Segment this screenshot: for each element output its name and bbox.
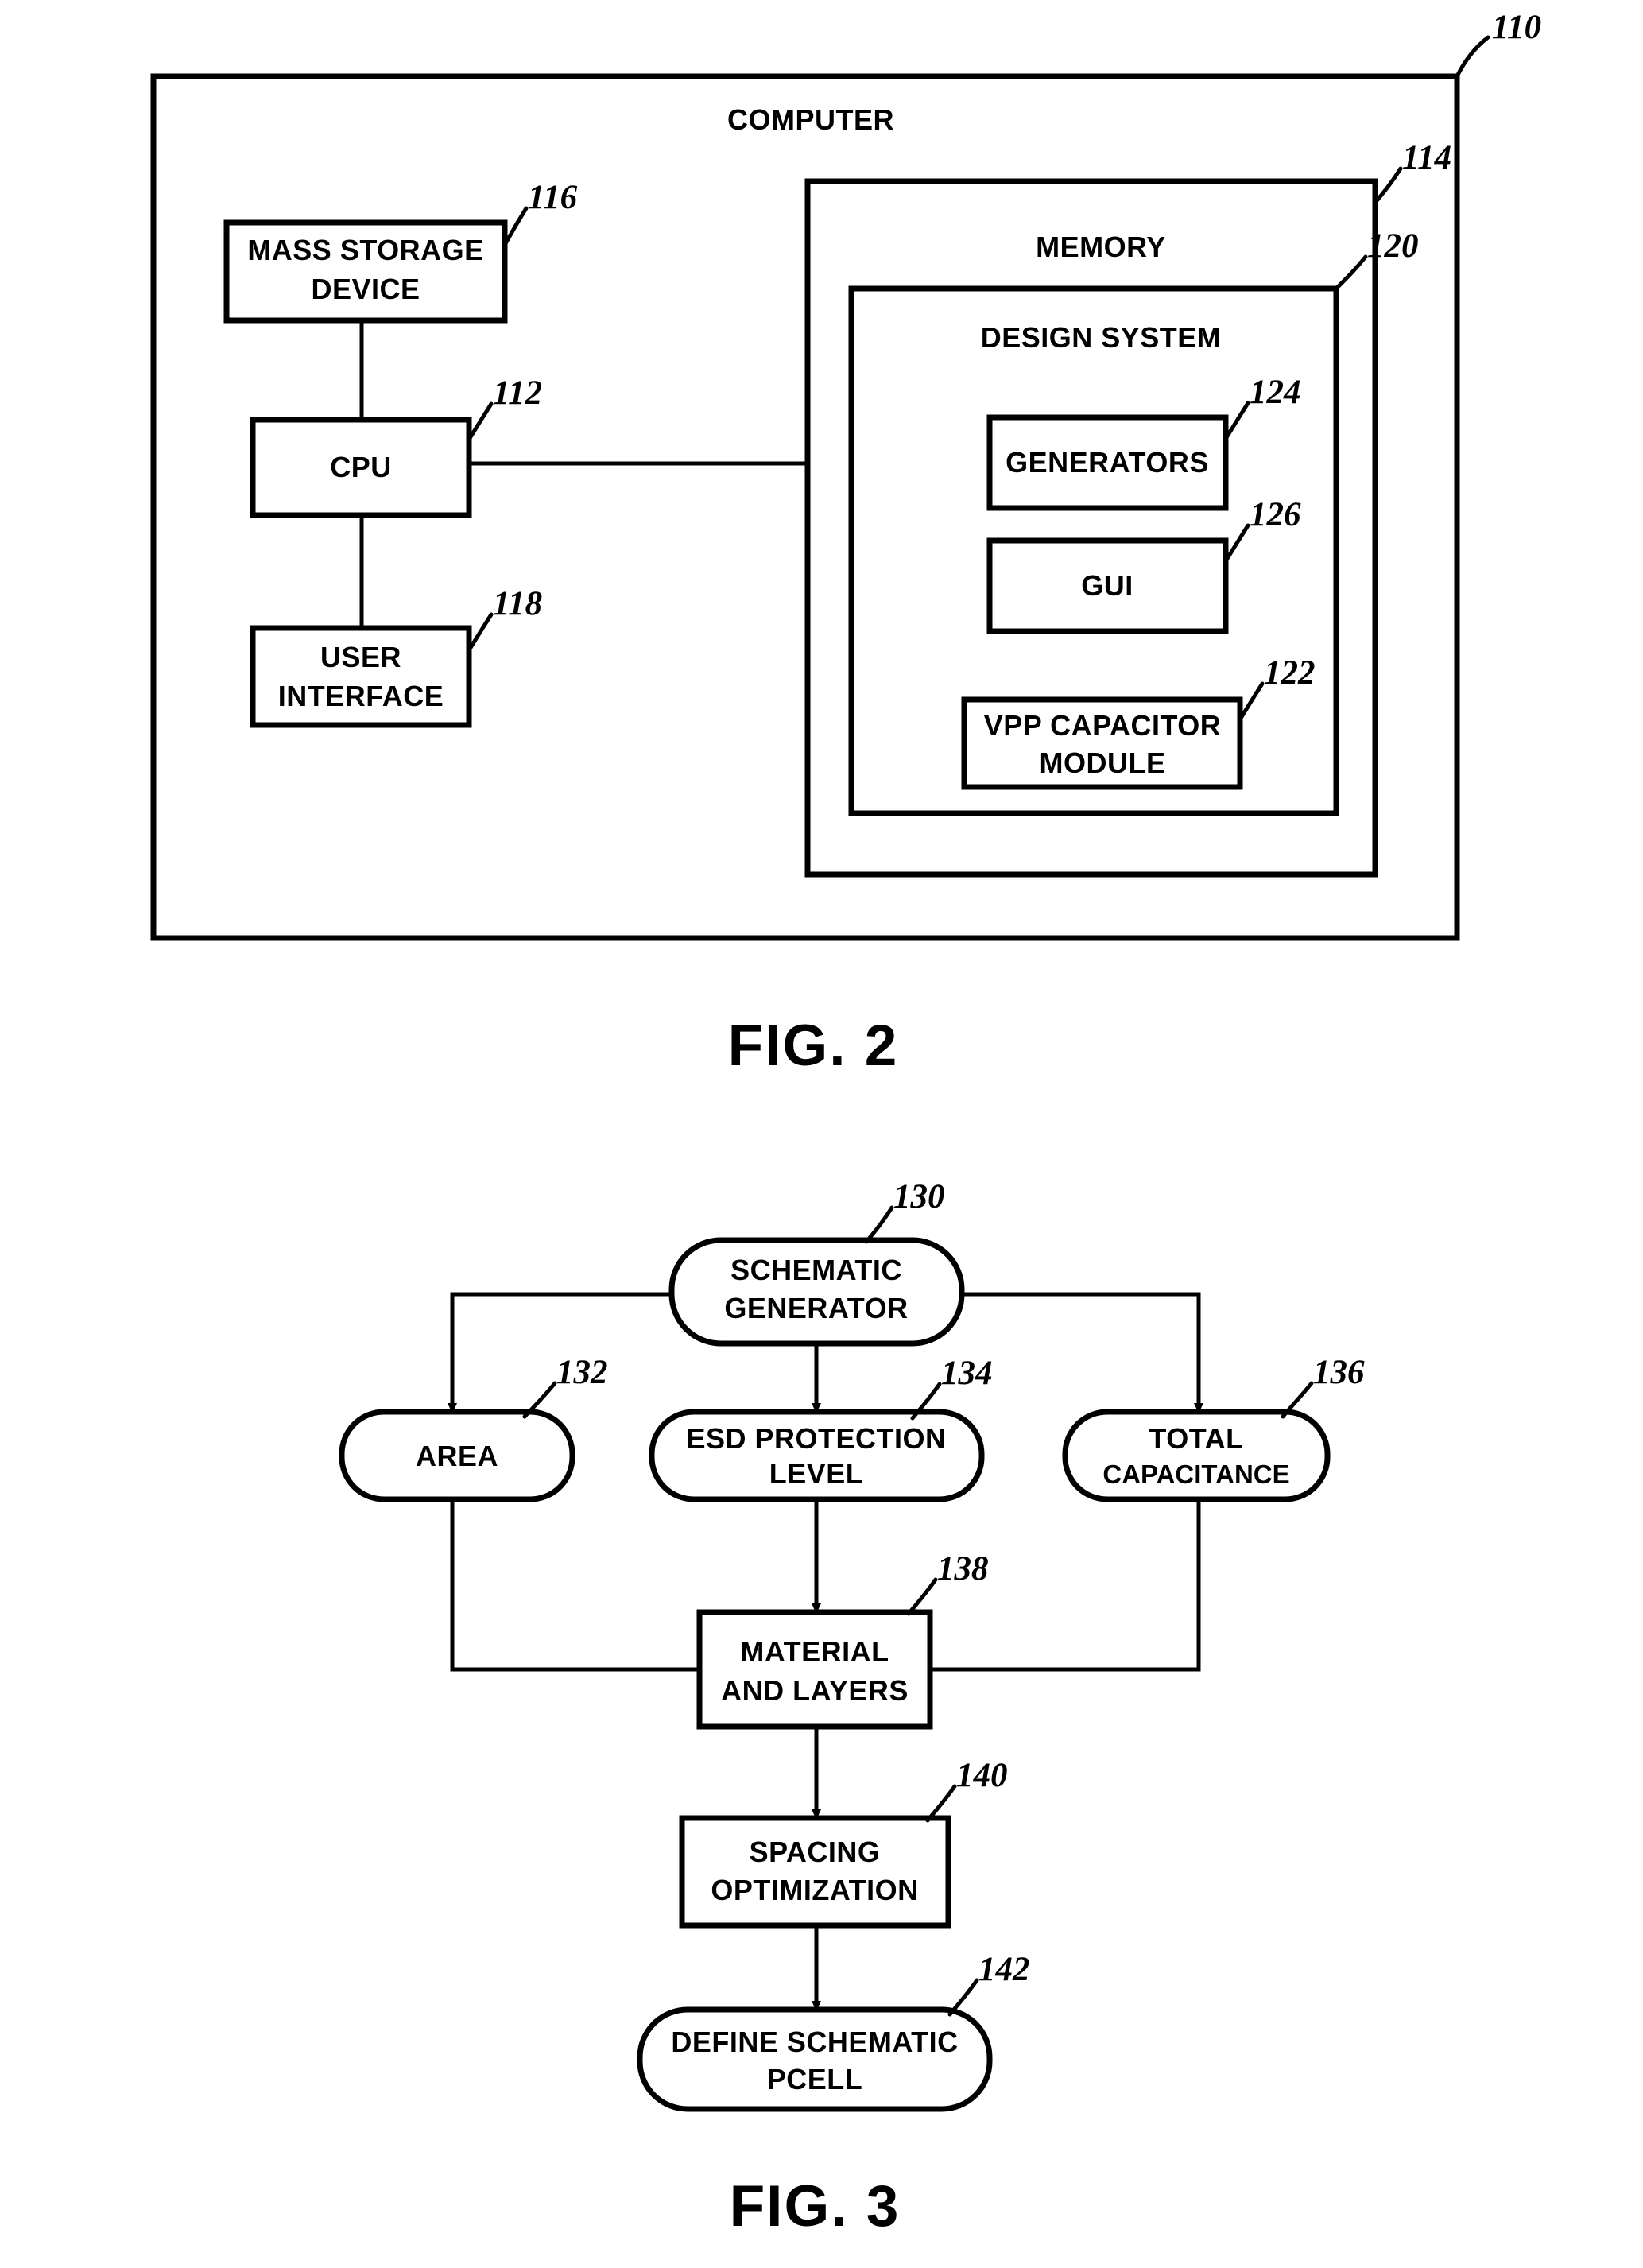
ref-130: 130 xyxy=(893,1178,945,1215)
ref-134: 134 xyxy=(941,1355,993,1392)
spacing-optimization-label-line1: SPACING xyxy=(750,1836,881,1868)
figure-3-caption: FIG. 3 xyxy=(730,2174,901,2239)
material-and-layers-box xyxy=(696,1609,933,1730)
leader-138 xyxy=(906,1577,938,1616)
schematic-generator-label-line1: SCHEMATIC xyxy=(730,1254,902,1286)
schematic-generator-label-line2: GENERATOR xyxy=(724,1292,908,1324)
ref-142: 142 xyxy=(978,1951,1030,1988)
spacing-optimization-label-line2: OPTIMIZATION xyxy=(711,1874,918,1906)
material-and-layers-label-line2: AND LAYERS xyxy=(721,1674,909,1707)
define-schematic-pcell-label-line1: DEFINE SCHEMATIC xyxy=(671,2026,958,2058)
ref-136: 136 xyxy=(1313,1354,1365,1391)
connector-generator-to-area xyxy=(448,1292,672,1413)
ref-138: 138 xyxy=(937,1550,989,1588)
ref-132: 132 xyxy=(556,1354,608,1391)
spacing-optimization-box xyxy=(679,1815,951,1929)
total-capacitance-label-line2: CAPACITANCE xyxy=(1102,1460,1289,1489)
esd-protection-level-label-line1: ESD PROTECTION xyxy=(686,1422,946,1455)
material-and-layers-label-line1: MATERIAL xyxy=(740,1635,889,1668)
leader-130 xyxy=(864,1205,894,1244)
esd-protection-level-label-line2: LEVEL xyxy=(769,1457,864,1490)
ref-140: 140 xyxy=(956,1757,1008,1794)
patent-drawing-sheet: MASS STORAGE DEVICE CPU USER INTERFACE G… xyxy=(0,0,1643,2268)
total-capacitance-label-line1: TOTAL xyxy=(1149,1422,1243,1455)
figure-3: SCHEMATIC GENERATOR AREA ESD PROTECTION … xyxy=(339,1178,1365,2239)
leader-142 xyxy=(947,1978,979,2017)
connector-generator-to-capacitance xyxy=(962,1292,1203,1413)
area-label: AREA xyxy=(416,1440,498,1472)
define-schematic-pcell-label-line2: PCELL xyxy=(767,2063,863,2095)
